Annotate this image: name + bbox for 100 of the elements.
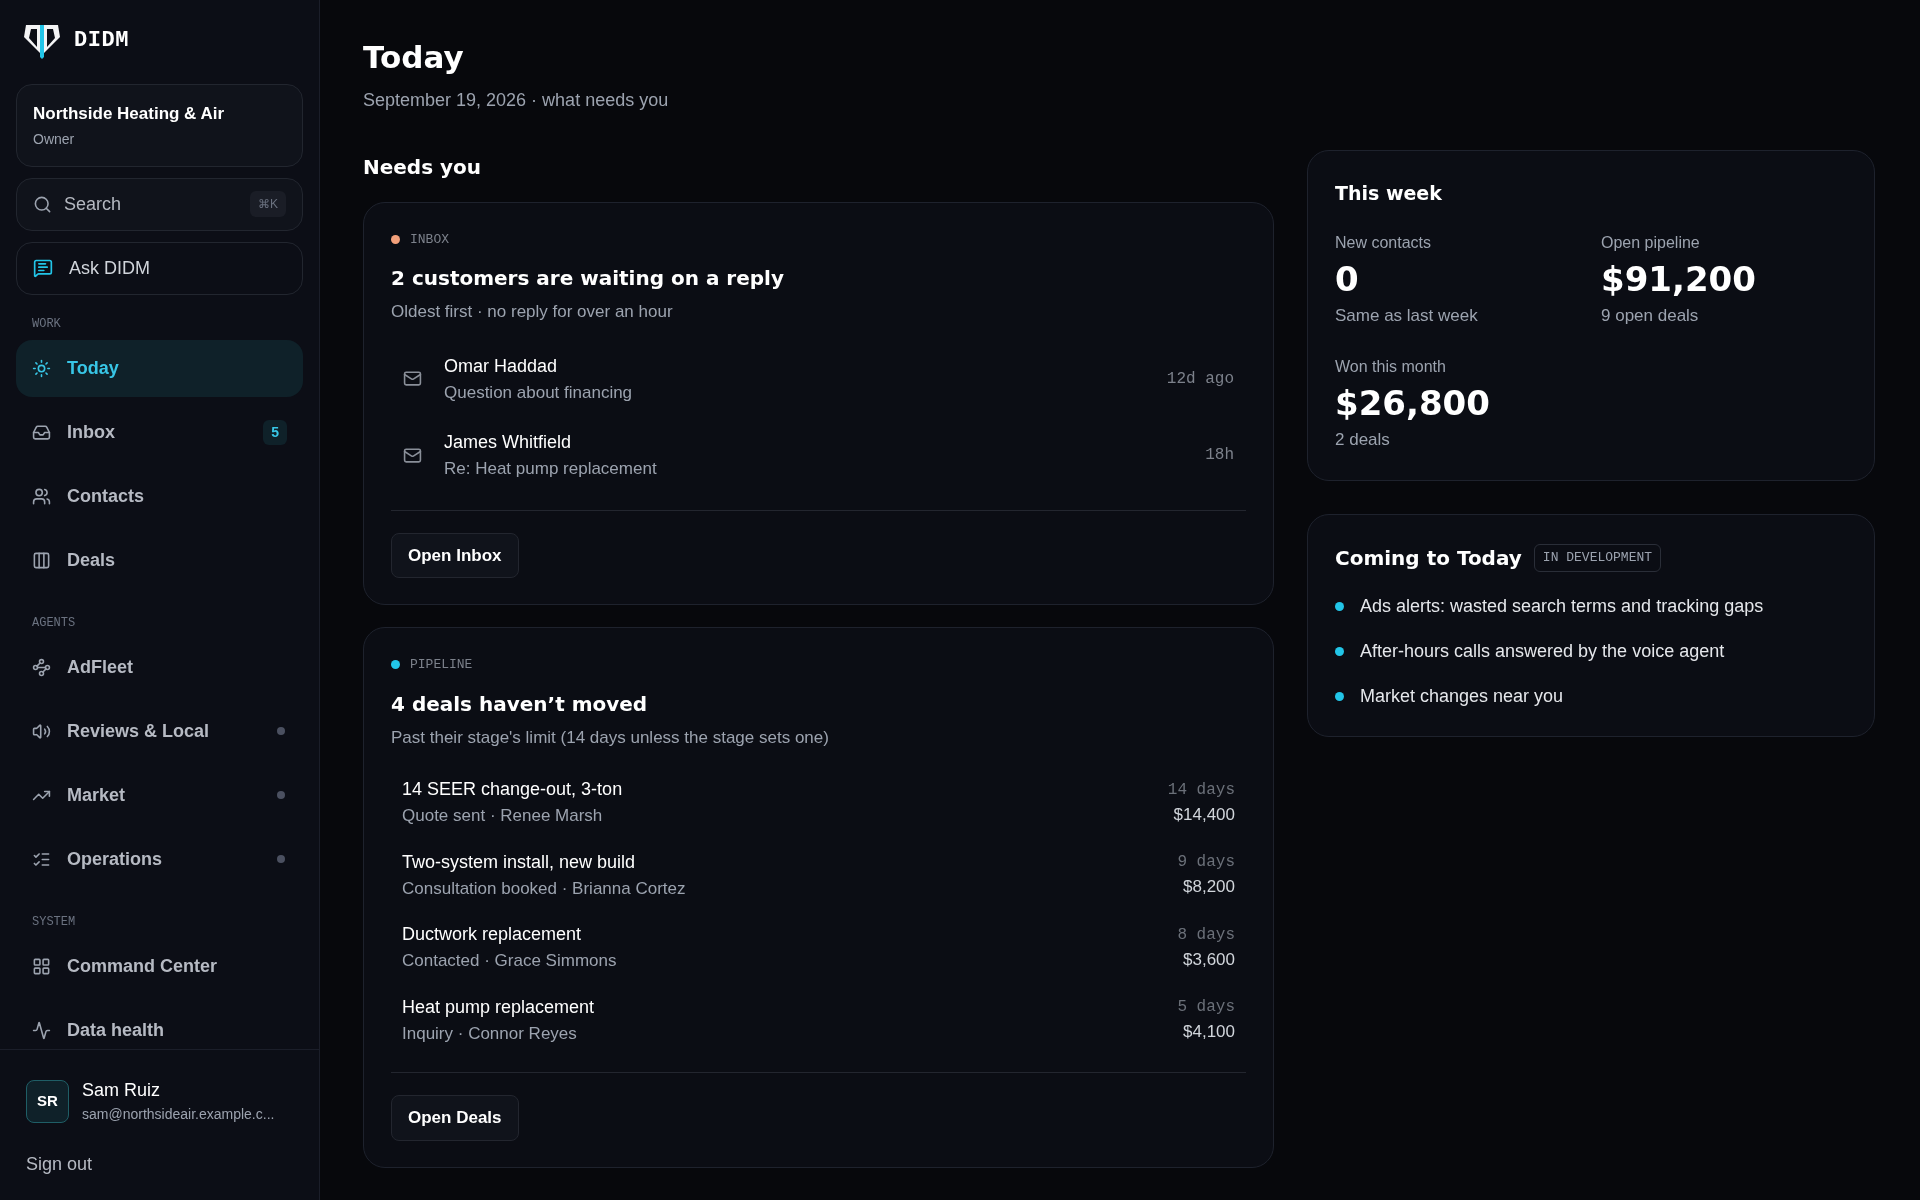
card-title: 4 deals haven’t moved [391, 690, 649, 718]
org-name: Northside Heating & Air [33, 103, 226, 125]
stat-label: Won this month [1335, 356, 1447, 377]
message-age: 18h [1205, 445, 1234, 467]
message-subject: Question about financing [444, 381, 634, 404]
nav-label: Data health [67, 1018, 166, 1042]
card-title: 2 customers are waiting on a reply [391, 265, 785, 292]
nav-item[interactable]: Operations [16, 830, 303, 888]
deal-age: 8 days [1177, 924, 1235, 946]
deal-age: 5 days [1177, 997, 1235, 1018]
stat-label: New contacts [1335, 233, 1433, 253]
deal-age: 14 days [1167, 779, 1235, 801]
message-row[interactable]: Omar Haddad Question about financing 12d ago [391, 342, 1246, 415]
nav-label: Command Center [67, 954, 219, 978]
nav-item[interactable]: Inbox 5 [16, 403, 303, 461]
nav-icon [32, 956, 51, 976]
nav-item[interactable]: Today [16, 339, 303, 397]
brand-name: DIDM [74, 26, 129, 55]
nav-label: Inbox [67, 420, 116, 444]
nav-label: AdFleet [67, 655, 134, 679]
stat-value: $91,200 [1601, 258, 1757, 301]
deal-row[interactable]: Heat pump replacement Inquiry · Connor Reyes 5 days $4,100 [391, 985, 1246, 1054]
deal-detail: Quote sent · Renee Marsh [402, 805, 604, 827]
nav-icon [32, 550, 51, 570]
deal-detail: Contacted · Grace Simmons [402, 950, 618, 972]
section-label: SYSTEM [31, 913, 77, 931]
user-avatar: SR [26, 1079, 69, 1123]
org-role: Owner [33, 129, 76, 149]
feature-text: Ads alerts: wasted search terms and tracking gaps [1360, 595, 1764, 618]
sender-name: Omar Haddad [444, 354, 559, 378]
user-name: Sam Ruiz [82, 1079, 162, 1102]
nav-icon [32, 721, 51, 741]
message-age: 12d ago [1166, 368, 1234, 390]
ask-button[interactable]: Ask DIDM [16, 241, 303, 295]
page-title: Today [363, 38, 465, 77]
deal-age: 9 days [1177, 852, 1235, 873]
deal-title: Two-system install, new build [402, 850, 637, 874]
nav-item[interactable]: Contacts [16, 467, 303, 525]
nav-icon [32, 358, 51, 378]
nav-icon [32, 422, 51, 442]
nav-label: Today [67, 356, 120, 380]
deal-row[interactable]: Ductwork replacement Contacted · Grace Simmons 8 days $3,600 [391, 913, 1246, 982]
section-label: AGENTS [31, 614, 77, 632]
category-label: INBOX [410, 230, 449, 249]
count-badge: 5 [263, 419, 287, 445]
page-subtitle: September 19, 2026 · what needs you [363, 88, 670, 112]
org-card[interactable]: Northside Heating & Air Owner [16, 84, 303, 167]
deal-amount: $8,200 [1183, 876, 1235, 898]
card-subtitle: Past their stage's limit (14 days unless the stage sets one) [391, 726, 830, 749]
search-field[interactable]: Search ⌘K [16, 177, 303, 231]
open-button[interactable]: Open Inbox [391, 532, 519, 578]
deal-detail: Inquiry · Connor Reyes [402, 1022, 578, 1045]
deal-amount: $14,400 [1173, 803, 1235, 826]
nav-item[interactable]: Command Center [16, 937, 303, 995]
nav-label: Reviews & Local [67, 719, 211, 743]
nav-label: Operations [67, 847, 164, 871]
deal-title: Heat pump replacement [402, 995, 596, 1019]
stat-value: $26,800 [1335, 381, 1491, 425]
section-label: WORK [31, 315, 62, 333]
nav-label: Contacts [67, 484, 145, 508]
nav-item[interactable]: Market [16, 766, 303, 824]
stat-note: 2 deals [1335, 428, 1391, 451]
deal-amount: $3,600 [1183, 948, 1235, 971]
section-title: Needs you [363, 153, 483, 181]
deal-title: 14 SEER change-out, 3-ton [402, 778, 624, 801]
nav-label: Market [67, 783, 127, 807]
card-title: This week [1335, 180, 1443, 206]
nav-item[interactable]: Reviews & Local [16, 702, 303, 760]
stat-label: Open pipeline [1601, 233, 1701, 253]
deal-row[interactable]: 14 SEER change-out, 3-ton Quote sent · Renee Marsh 14 days $14,400 [391, 768, 1246, 837]
search-icon [33, 194, 52, 214]
mail-icon [403, 445, 422, 465]
stat-note: Same as last week [1335, 305, 1479, 327]
stat-value: 0 [1335, 258, 1360, 301]
feature-text: Market changes near you [1360, 685, 1564, 708]
message-row[interactable]: James Whitfield Re: Heat pump replacement 18h [391, 419, 1246, 492]
message-subject: Re: Heat pump replacement [444, 458, 658, 480]
status-tag: IN DEVELOPMENT [1533, 544, 1662, 572]
nav-item[interactable]: Deals [16, 531, 303, 589]
nav-icon [32, 657, 51, 677]
nav-label: Deals [67, 548, 117, 572]
nav-item[interactable]: Data health [16, 1001, 303, 1049]
feature-text: After-hours calls answered by the voice agent [1360, 640, 1725, 663]
deal-amount: $4,100 [1183, 1021, 1235, 1043]
sender-name: James Whitfield [444, 431, 573, 454]
user-email: sam@northsideair.example.c... [82, 1105, 275, 1124]
sign-out-link[interactable]: Sign out [20, 1151, 99, 1178]
chat-icon [33, 258, 53, 278]
mail-icon [403, 369, 422, 389]
deal-row[interactable]: Two-system install, new build Consultation booked · Brianna Cortez 9 days $8,200 [391, 840, 1246, 909]
nav-icon [32, 1020, 51, 1040]
search-input[interactable]: Search [64, 190, 238, 218]
shortcut-key: ⌘K [250, 191, 286, 217]
card-subtitle: Oldest first · no reply for over an hour [391, 301, 674, 323]
card-title: Coming to Today [1335, 545, 1522, 572]
nav-item[interactable]: AdFleet [16, 638, 303, 696]
category-label: PIPELINE [410, 656, 473, 674]
deal-title: Ductwork replacement [402, 923, 583, 946]
stat-note: 9 open deals [1601, 305, 1700, 327]
open-button[interactable]: Open Deals [391, 1095, 519, 1141]
